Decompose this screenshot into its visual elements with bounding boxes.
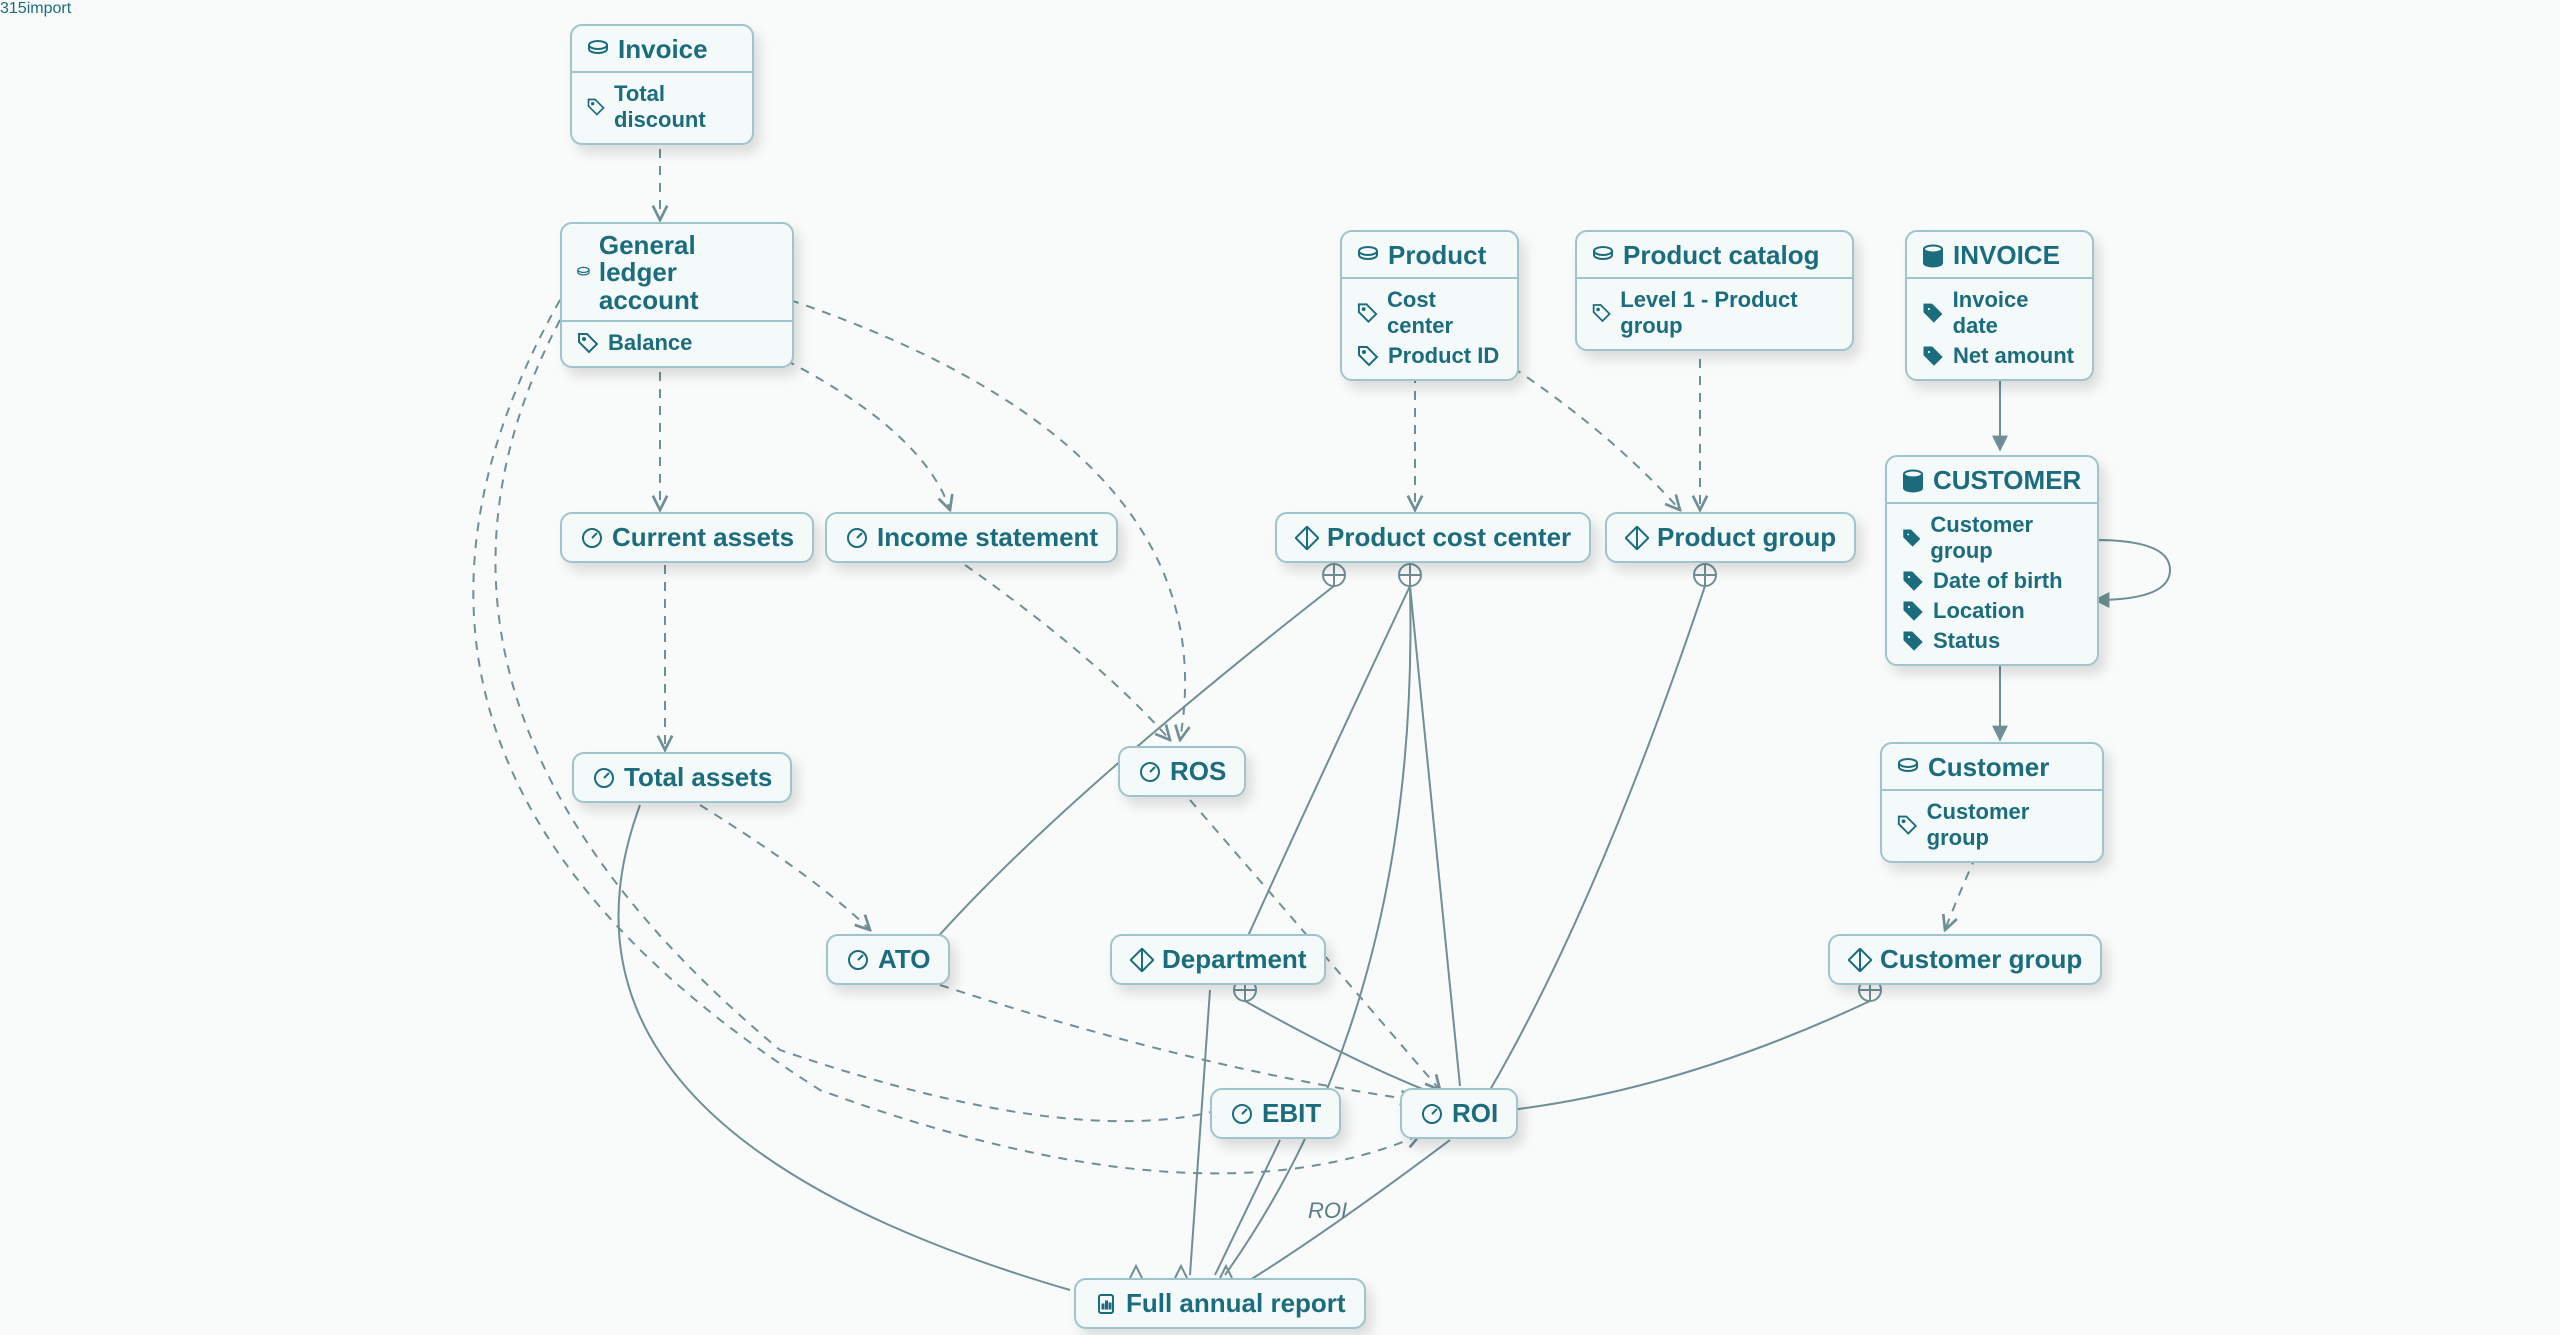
- attr-row: Date of birth: [1901, 566, 2083, 596]
- gauge-icon: [845, 526, 869, 550]
- node-title: Product group: [1657, 522, 1836, 553]
- attr-label: Customer group: [1927, 799, 2088, 851]
- node-title: Full annual report: [1126, 1288, 1346, 1319]
- node-department[interactable]: Department: [1110, 934, 1326, 985]
- tag-filled-icon: [1901, 629, 1925, 653]
- attr-row: Total discount: [586, 79, 738, 135]
- node-title: Product catalog: [1623, 240, 1819, 271]
- node-income-statement[interactable]: Income statement: [825, 512, 1118, 563]
- attr-row: Balance: [576, 328, 778, 358]
- node-ato[interactable]: ATO: [826, 934, 950, 985]
- attr-label: Level 1 - Product group: [1620, 287, 1838, 339]
- node-total-assets[interactable]: Total assets: [572, 752, 792, 803]
- node-product-group[interactable]: Product group: [1605, 512, 1856, 563]
- entity-icon: [576, 261, 591, 285]
- attr-row: Customer group: [1896, 797, 2088, 853]
- node-title: Total assets: [624, 762, 772, 793]
- node-title: CUSTOMER: [1933, 465, 2081, 496]
- gauge-icon: [580, 526, 604, 550]
- entity-icon: [586, 38, 610, 62]
- attr-label: Total discount: [614, 81, 738, 133]
- attr-label: Date of birth: [1933, 568, 2063, 594]
- attr-row: Cost center: [1356, 285, 1503, 341]
- attr-row: Product ID: [1356, 341, 1503, 371]
- edge-label-roi: ROI: [1308, 1198, 1347, 1224]
- attr-label: Invoice date: [1953, 287, 2078, 339]
- dimension-icon: [1848, 948, 1872, 972]
- node-invoice-db[interactable]: INVOICE Invoice date Net amount: [1905, 230, 2094, 381]
- gauge-icon: [592, 766, 616, 790]
- tag-filled-icon: [1901, 569, 1925, 593]
- attr-label: Status: [1933, 628, 2000, 654]
- node-customer[interactable]: Customer Customer group: [1880, 742, 2104, 863]
- node-title: Product: [1388, 240, 1486, 271]
- entity-icon: [1356, 244, 1380, 268]
- tag-icon: [1356, 301, 1379, 325]
- entity-icon: [1896, 756, 1920, 780]
- attr-row: Invoice date: [1921, 285, 2078, 341]
- node-title: Current assets: [612, 522, 794, 553]
- attr-label: Cost center: [1387, 287, 1503, 339]
- attr-label: Product ID: [1388, 343, 1499, 369]
- report-icon: [1094, 1292, 1118, 1316]
- database-icon: [1901, 469, 1925, 493]
- node-general-ledger[interactable]: General ledger account Balance: [560, 222, 794, 368]
- node-current-assets[interactable]: Current assets: [560, 512, 814, 563]
- node-title: Customer group: [1880, 944, 2082, 975]
- node-title: Income statement: [877, 522, 1098, 553]
- attr-row: Level 1 - Product group: [1591, 285, 1838, 341]
- node-title: INVOICE: [1953, 240, 2060, 271]
- node-title: Customer: [1928, 752, 2049, 783]
- attr-row: Net amount: [1921, 341, 2078, 371]
- tag-filled-icon: [1921, 344, 1945, 368]
- node-customer-group[interactable]: Customer group: [1828, 934, 2102, 985]
- tag-filled-icon: [1901, 526, 1922, 550]
- node-full-annual-report[interactable]: Full annual report: [1074, 1278, 1366, 1329]
- node-customer-db[interactable]: CUSTOMER Customer group Date of birth Lo…: [1885, 455, 2099, 666]
- node-ebit[interactable]: EBIT: [1210, 1088, 1341, 1139]
- attr-label: Balance: [608, 330, 692, 356]
- node-product[interactable]: Product Cost center Product ID: [1340, 230, 1519, 381]
- node-ros[interactable]: ROS: [1118, 746, 1246, 797]
- dimension-icon: [1130, 948, 1154, 972]
- node-title: Department: [1162, 944, 1306, 975]
- attr-row: Customer group: [1901, 510, 2083, 566]
- node-title: ATO: [878, 944, 930, 975]
- node-roi[interactable]: ROI: [1400, 1088, 1518, 1139]
- gauge-icon: [846, 948, 870, 972]
- node-title: General ledger account: [599, 232, 778, 314]
- node-title: Invoice: [618, 34, 708, 65]
- tag-icon: [586, 95, 606, 119]
- node-product-cost-center[interactable]: Product cost center: [1275, 512, 1591, 563]
- tag-icon: [576, 331, 600, 355]
- node-invoice[interactable]: Invoice Total discount: [570, 24, 754, 145]
- database-icon: [1921, 244, 1945, 268]
- attr-label: Customer group: [1930, 512, 2083, 564]
- entity-icon: [1591, 244, 1615, 268]
- tag-filled-icon: [1921, 301, 1945, 325]
- gauge-icon: [1420, 1102, 1444, 1126]
- attr-row: Location: [1901, 596, 2083, 626]
- tag-filled-icon: [1901, 599, 1925, 623]
- node-title: ROI: [1452, 1098, 1498, 1129]
- tag-icon: [1356, 344, 1380, 368]
- attr-label: Net amount: [1953, 343, 2074, 369]
- node-title: Product cost center: [1327, 522, 1571, 553]
- node-product-catalog[interactable]: Product catalog Level 1 - Product group: [1575, 230, 1854, 351]
- node-title: ROS: [1170, 756, 1226, 787]
- gauge-icon: [1138, 760, 1162, 784]
- gauge-icon: [1230, 1102, 1254, 1126]
- tag-icon: [1896, 813, 1919, 837]
- dimension-icon: [1295, 526, 1319, 550]
- node-title: EBIT: [1262, 1098, 1321, 1129]
- dimension-icon: [1625, 526, 1649, 550]
- attr-label: Location: [1933, 598, 2025, 624]
- diagram-canvas[interactable]: 315import: [0, 0, 2560, 1335]
- tag-icon: [1591, 301, 1612, 325]
- attr-row: Status: [1901, 626, 2083, 656]
